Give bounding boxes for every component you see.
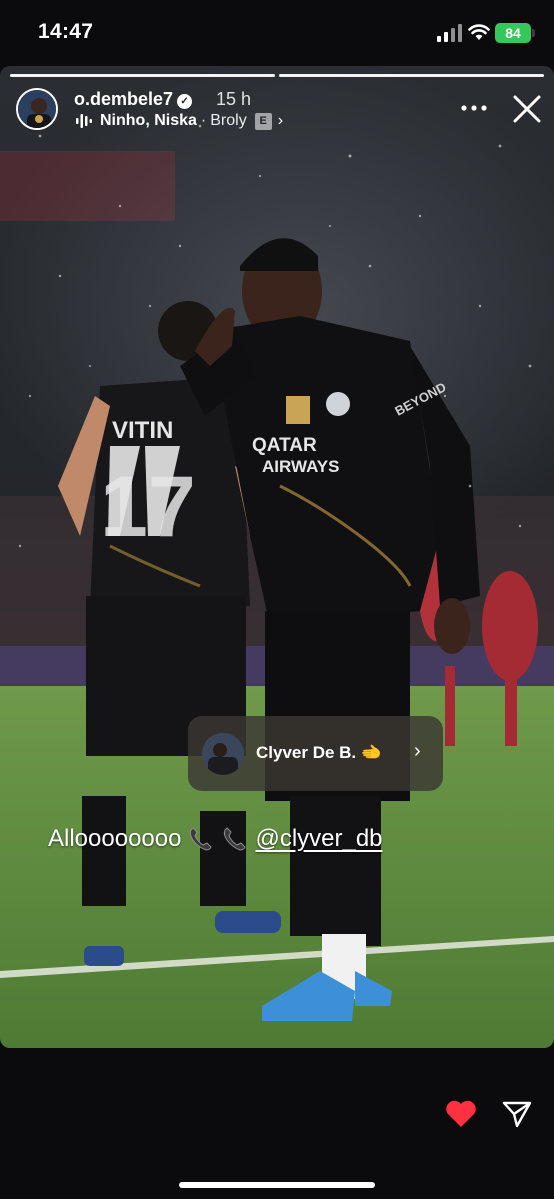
- caption-text: Alloooooooo: [48, 825, 182, 852]
- svg-text:AIRWAYS: AIRWAYS: [262, 457, 339, 476]
- story-header: o.dembele7 ✓ 15 h Ninho, Niska · Broly E …: [0, 86, 554, 146]
- svg-text:VITIN: VITIN: [112, 417, 173, 444]
- status-bar: 14:47 84: [0, 0, 554, 66]
- mention-avatar: [202, 733, 244, 775]
- avatar-image: [18, 90, 56, 128]
- battery-indicator: 84: [495, 23, 531, 43]
- mention-name-text: Clyver De B.: [256, 743, 357, 762]
- mention-avatar-image: [202, 733, 244, 775]
- svg-text:17: 17: [100, 459, 196, 555]
- story-caption: Alloooooooo @clyver_db: [48, 824, 383, 854]
- battery-tip: [532, 29, 535, 37]
- heart-icon[interactable]: [444, 1098, 478, 1130]
- music-separator: ·: [200, 112, 207, 129]
- audio-bars-icon: [76, 114, 92, 128]
- story-username[interactable]: o.dembele7 ✓: [74, 89, 193, 110]
- mention-sticker[interactable]: Clyver De B. 🫲 ›: [188, 716, 443, 791]
- home-indicator: [179, 1182, 375, 1188]
- story-time-ago: 15 h: [216, 89, 252, 109]
- mention-name: Clyver De B. 🫲: [256, 743, 382, 763]
- profile-avatar[interactable]: [16, 88, 58, 130]
- mention-emoji: 🫲: [360, 743, 383, 762]
- close-icon[interactable]: [510, 92, 544, 126]
- telephone-receiver-icon: [224, 827, 247, 851]
- send-icon[interactable]: [500, 1098, 534, 1130]
- chevron-right-icon: ›: [414, 740, 421, 762]
- telephone-receiver-icon: [190, 827, 213, 851]
- music-song: Broly: [210, 112, 247, 129]
- story-progress-segment-2: [279, 74, 544, 77]
- chevron-right-icon: ›: [277, 112, 284, 129]
- music-attribution[interactable]: Ninho, Niska · Broly E ›: [76, 112, 283, 130]
- story-photo: QATAR AIRWAYS VITIN 17 BEYOND: [0, 66, 554, 1048]
- svg-text:QATAR: QATAR: [252, 435, 317, 456]
- status-time: 14:47: [38, 20, 94, 43]
- more-dots-icon[interactable]: [458, 96, 490, 120]
- username-text: o.dembele7: [74, 89, 174, 109]
- story-progress-segment-1: [10, 74, 275, 77]
- explicit-badge: E: [254, 112, 272, 130]
- wifi-icon: [468, 24, 490, 40]
- story-footer: [0, 1048, 554, 1199]
- story-viewer[interactable]: QATAR AIRWAYS VITIN 17 BEYOND o.dembele7…: [0, 66, 554, 1048]
- cellular-signal-icon: [437, 24, 462, 42]
- caption-mention-link[interactable]: @clyver_db: [255, 825, 382, 853]
- verified-badge-icon: ✓: [177, 94, 193, 109]
- music-artist: Ninho, Niska: [100, 112, 197, 129]
